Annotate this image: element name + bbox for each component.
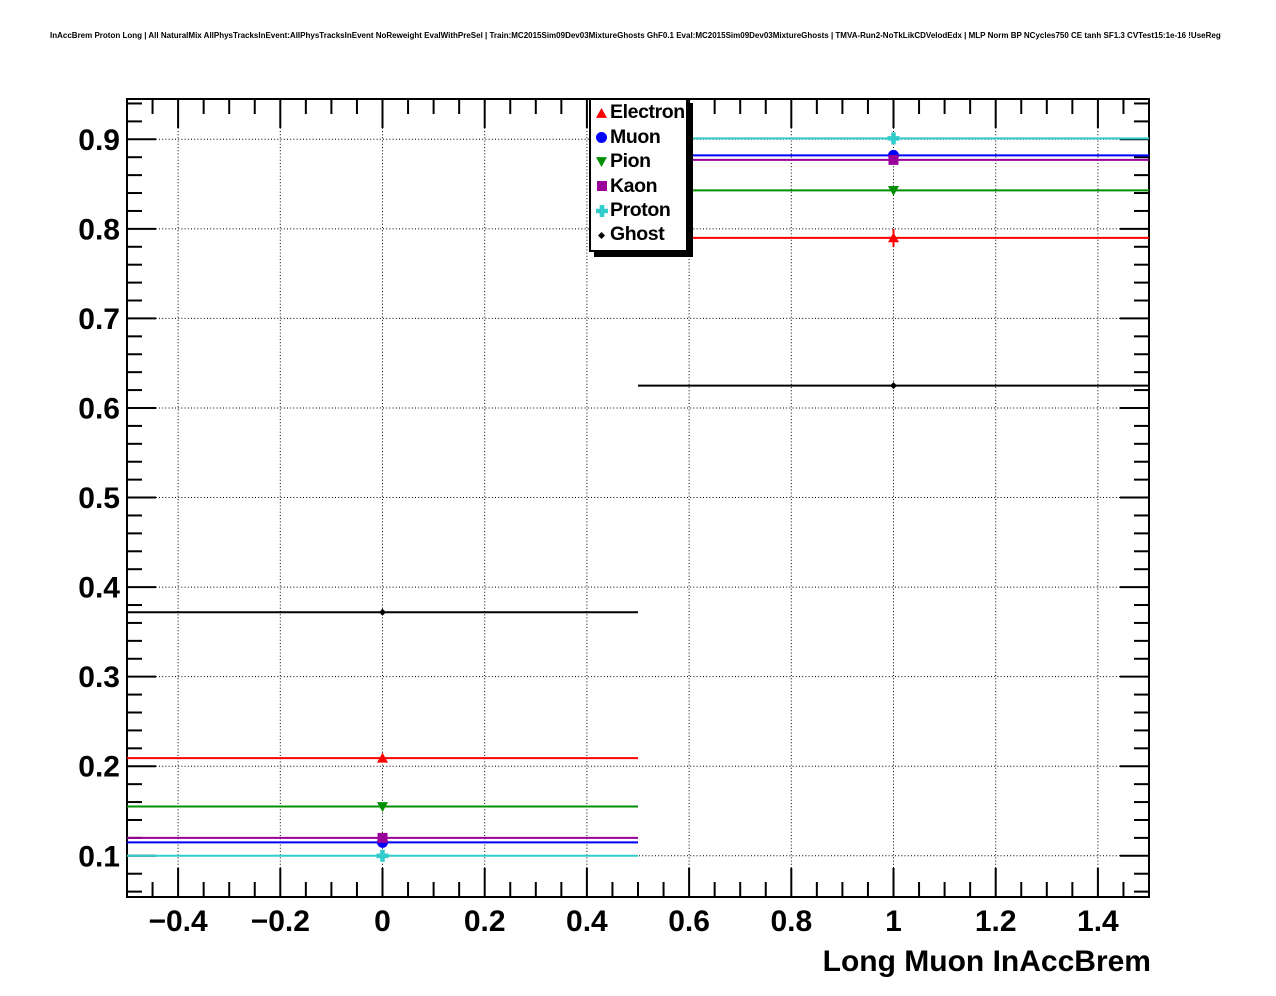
x-tick-label: 0.2 <box>464 905 506 938</box>
legend-item-kaon: Kaon <box>593 174 686 198</box>
legend-label-pion: Pion <box>610 152 651 172</box>
legend-item-muon: Muon <box>593 125 686 149</box>
legend-item-ghost: Ghost <box>593 223 686 247</box>
legend-label-proton: Proton <box>610 201 670 221</box>
legend-label-kaon: Kaon <box>610 177 657 197</box>
legend-box: Electron Muon Pion Kaon Proton Ghost <box>589 98 688 252</box>
y-tick-label: 0.2 <box>78 751 120 784</box>
x-tick-label: −0.2 <box>251 905 310 938</box>
legend-item-proton: Proton <box>593 199 686 223</box>
y-tick-label: 0.1 <box>78 840 120 873</box>
x-tick-label: 1 <box>885 905 902 938</box>
y-tick-label: 0.6 <box>78 392 120 425</box>
y-tick-label: 0.9 <box>78 124 120 157</box>
x-tick-label: −0.4 <box>148 905 208 938</box>
data-point-ghost <box>890 382 897 389</box>
y-tick-label: 0.4 <box>78 572 120 605</box>
legend-label-muon: Muon <box>610 128 660 148</box>
pion-marker-icon <box>593 155 610 168</box>
legend-label-ghost: Ghost <box>610 225 664 245</box>
electron-marker-icon <box>593 107 610 120</box>
series-pion <box>127 186 1149 812</box>
data-point-proton <box>888 132 900 144</box>
y-tick-label: 0.3 <box>78 661 120 694</box>
data-point-kaon <box>889 155 899 165</box>
kaon-marker-icon <box>593 180 610 192</box>
y-tick-label: 0.8 <box>78 213 120 246</box>
y-tick-label: 0.7 <box>78 303 120 336</box>
x-axis-title: Long Muon InAccBrem <box>823 945 1151 978</box>
x-tick-label: 1.4 <box>1077 905 1119 938</box>
legend-item-pion: Pion <box>593 150 686 174</box>
y-tick-label: 0.5 <box>78 482 120 515</box>
root-canvas: InAccBrem Proton Long | All NaturalMix A… <box>0 0 1276 996</box>
x-tick-label: 0.8 <box>770 905 812 938</box>
x-tick-label: 0 <box>374 905 391 938</box>
series-ghost <box>127 382 1149 616</box>
x-tick-label: 1.2 <box>975 905 1017 938</box>
proton-marker-icon <box>593 204 610 218</box>
data-point-kaon <box>378 833 388 843</box>
muon-marker-icon <box>593 131 610 144</box>
legend-item-electron: Electron <box>593 101 686 125</box>
series-electron <box>127 229 1149 763</box>
x-tick-label: 0.6 <box>668 905 710 938</box>
data-point-ghost <box>379 609 386 616</box>
legend-label-electron: Electron <box>610 103 685 123</box>
ghost-marker-icon <box>593 231 610 240</box>
x-tick-label: 0.4 <box>566 905 608 938</box>
data-point-proton <box>377 850 389 862</box>
